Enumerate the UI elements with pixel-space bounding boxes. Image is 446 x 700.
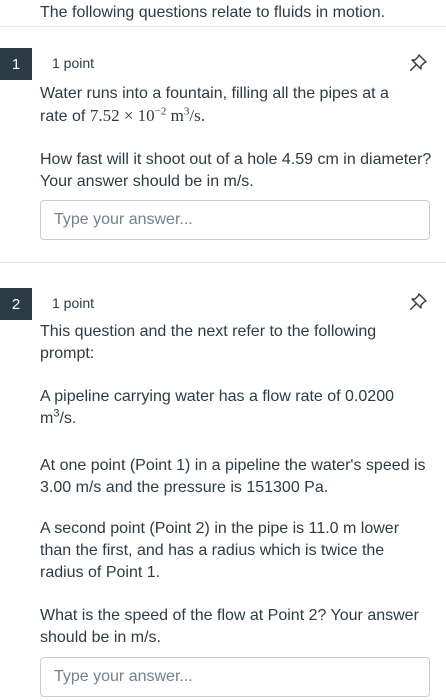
question-line: rate of 7.52 × 10−2 m3/s. <box>40 105 205 125</box>
flow-rate-math: 7.52 × 10−2 m3/s. <box>89 105 205 125</box>
question-points: 1 point <box>52 295 95 311</box>
answer-input[interactable] <box>40 657 430 697</box>
question-text: Water runs into a fountain, filling all … <box>40 83 432 128</box>
divider <box>0 26 446 27</box>
divider <box>0 262 446 263</box>
question-paragraph: At one point (Point 1) in a pipeline the… <box>40 457 426 496</box>
question-paragraph: How fast will it shoot out of a hole 4.5… <box>40 151 432 190</box>
quiz-intro: The following questions relate to fluids… <box>40 4 386 21</box>
question-number-badge: 1 <box>0 48 32 80</box>
question-number-badge: 2 <box>0 288 32 320</box>
pin-icon[interactable] <box>408 53 428 73</box>
question-paragraph: A second point (Point 2) in the pipe is … <box>40 520 400 581</box>
question-paragraph: This question and the next refer to the … <box>40 323 377 362</box>
question-points: 1 point <box>52 55 95 71</box>
answer-input[interactable] <box>40 200 430 240</box>
question-paragraph: What is the speed of the flow at Point 2… <box>40 607 419 646</box>
pin-icon[interactable] <box>408 292 428 312</box>
question-line: Water runs into a fountain, filling all … <box>40 85 389 102</box>
question-paragraph: A pipeline carrying water has a flow rat… <box>40 388 394 427</box>
